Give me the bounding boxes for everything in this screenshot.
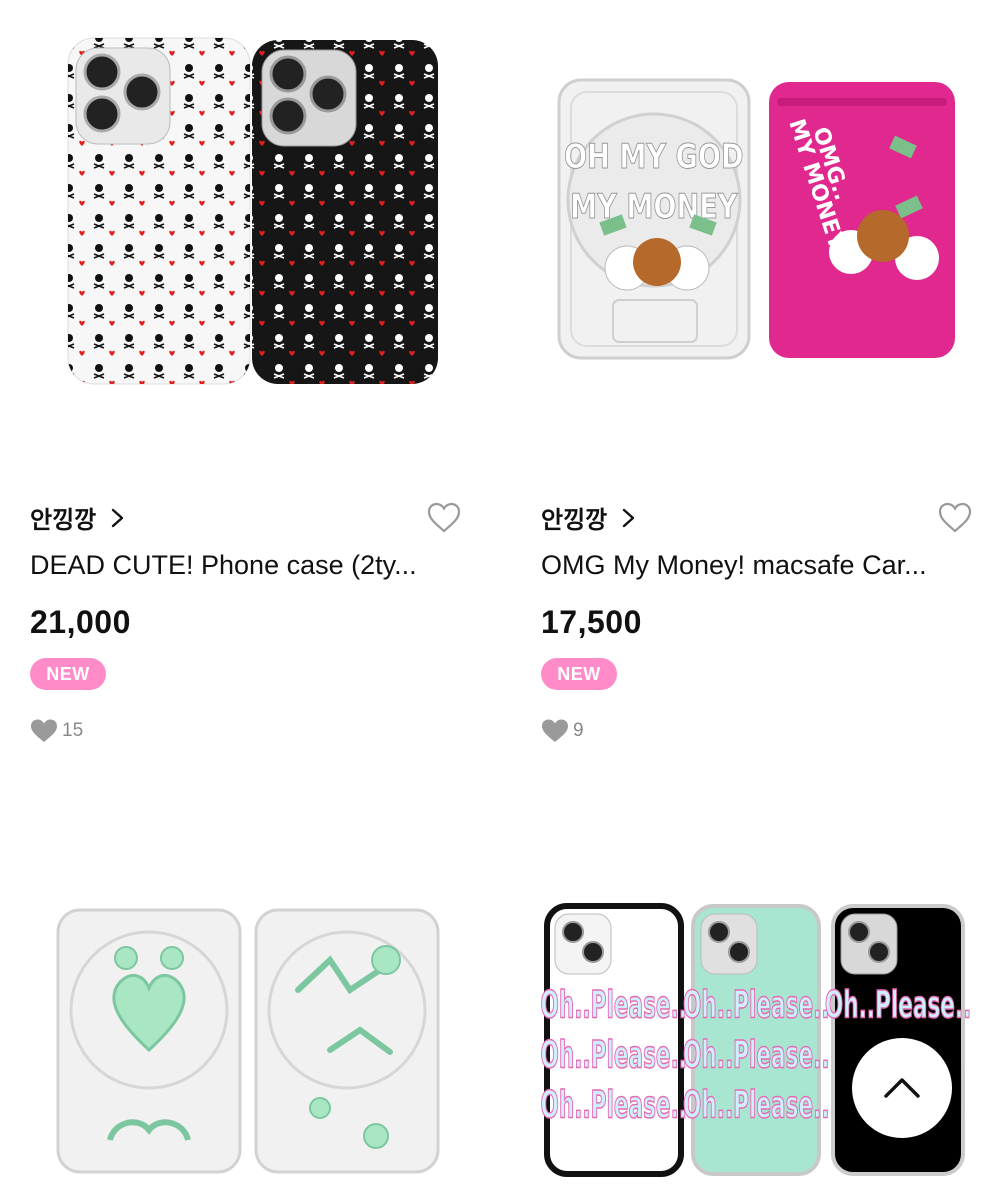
case-text-1: Oh..Please.. [541, 984, 687, 1027]
scroll-top-button[interactable] [852, 1038, 952, 1138]
case-text-5: Oh..Please.. [683, 1034, 830, 1077]
heart-filled-icon [31, 719, 57, 742]
product-title[interactable]: DEAD CUTE! Phone case (2ty... [30, 550, 460, 581]
like-count: 9 [541, 718, 584, 744]
case-text-4: Oh..Please.. [683, 984, 830, 1027]
product-price: 21,000 [30, 604, 131, 640]
heart-filled-icon [542, 719, 568, 742]
like-count-value: 15 [62, 720, 84, 741]
product-image-4[interactable]: Oh..Please.. Oh..Please.. Oh..Please.. O… [541, 840, 1001, 1200]
new-badge: NEW [541, 658, 617, 690]
chevron-right-icon [112, 508, 124, 527]
shop-link[interactable]: 안낑깡 [30, 500, 128, 535]
product-image-1[interactable] [30, 0, 490, 450]
new-badge: NEW [30, 658, 106, 690]
chevron-right-icon [623, 508, 635, 527]
card-text-line-1: OH MY GOD [564, 137, 743, 177]
like-count-value: 9 [573, 720, 584, 741]
heart-outline-icon[interactable] [937, 500, 973, 536]
shop-link[interactable]: 안낑깡 [541, 500, 639, 535]
like-count: 15 [30, 718, 83, 744]
case-text-2: Oh..Please.. [541, 1034, 687, 1077]
shop-name: 안낑깡 [30, 506, 97, 534]
shop-name: 안낑깡 [541, 506, 608, 534]
product-image-3[interactable] [30, 840, 490, 1200]
chevron-up-icon [884, 1078, 920, 1098]
product-title[interactable]: OMG My Money! macsafe Car... [541, 550, 971, 581]
case-text-7: Oh..Please.. [825, 984, 972, 1027]
card-text-line-2: MY MONEY [570, 187, 738, 227]
heart-outline-icon[interactable] [426, 500, 462, 536]
case-text-3: Oh..Please.. [541, 1084, 687, 1127]
product-image-2[interactable]: OH MY GOD MY MONEY OMG.. MY MONEY [541, 0, 1001, 450]
case-text-6: Oh..Please.. [683, 1084, 830, 1127]
product-price: 17,500 [541, 604, 642, 640]
